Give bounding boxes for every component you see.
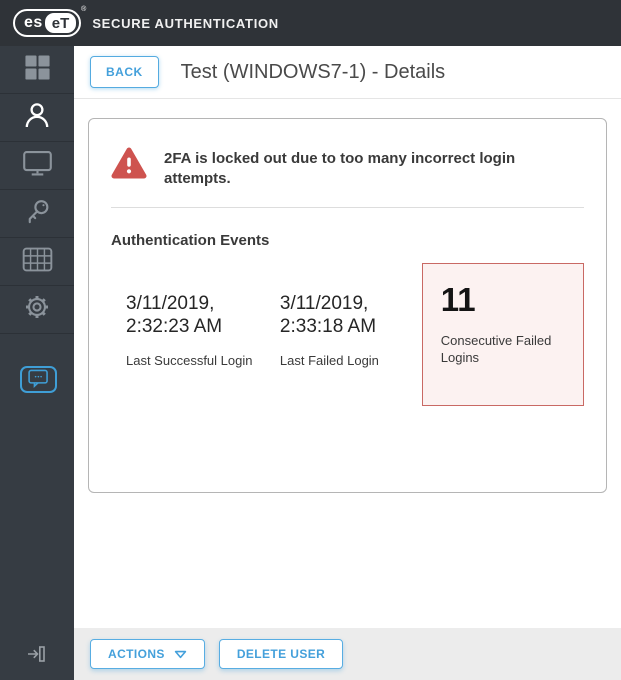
eset-logo-right: eT [44,13,77,33]
event-last-failed-login: 3/11/2019, 2:33:18 AM Last Failed Login [265,263,422,369]
sidebar-item-credentials[interactable] [0,190,74,238]
gear-icon [23,293,51,326]
sidebar [0,46,74,680]
registered-mark: ® [81,6,87,13]
warning-message: 2FA is locked out due to too many incorr… [164,150,516,187]
section-title: Authentication Events [111,232,270,249]
lockout-warning: 2FA is locked out due to too many incorr… [111,119,584,189]
key-icon [23,197,52,231]
sidebar-item-tokens[interactable] [0,238,74,286]
event-last-successful-login: 3/11/2019, 2:32:23 AM Last Successful Lo… [111,263,265,369]
event-value: 3/11/2019, 2:32:23 AM [126,293,223,337]
sidebar-item-users[interactable] [0,94,74,142]
event-label: Consecutive Failed Logins [440,333,552,365]
sidebar-item-settings[interactable] [0,286,74,334]
sidebar-item-computers[interactable] [0,142,74,190]
event-value: 11 [440,281,476,318]
feedback-button[interactable] [20,366,57,393]
user-icon [22,100,52,135]
actions-button-label: ACTIONS [108,647,165,661]
sidebar-item-dashboard[interactable] [0,46,74,94]
details-card: 2FA is locked out due to too many incorr… [88,118,607,493]
footer-toolbar: ACTIONS DELETE USER [74,628,621,680]
page-header: BACK Test (WINDOWS7-1) - Details [74,46,621,99]
topbar: es eT ® SECURE AUTHENTICATION [0,0,621,46]
content-area: 2FA is locked out due to too many incorr… [74,100,621,628]
chat-bubble-icon [27,369,50,391]
auth-events-row: 3/11/2019, 2:32:23 AM Last Successful Lo… [111,263,584,406]
dashboard-icon [24,54,51,86]
eset-logo-left: es [24,14,43,31]
event-value: 3/11/2019, 2:33:18 AM [279,293,377,337]
chevron-down-icon [174,650,187,659]
eset-logo: es eT ® [13,6,86,37]
event-label: Last Successful Login [126,353,253,368]
warning-triangle-icon [111,147,147,189]
monitor-icon [22,150,53,181]
back-button[interactable]: BACK [90,56,159,88]
card-divider [111,207,584,208]
event-label: Last Failed Login [279,353,379,368]
actions-button[interactable]: ACTIONS [90,639,205,669]
page-title: Test (WINDOWS7-1) - Details [180,60,446,83]
collapse-sidebar-button[interactable] [25,645,47,666]
app-title: SECURE AUTHENTICATION [92,15,279,31]
event-consecutive-failed-logins: 11 Consecutive Failed Logins [421,263,584,406]
token-grid-icon [22,247,53,277]
collapse-arrow-icon [25,646,47,666]
delete-user-button[interactable]: DELETE USER [218,639,344,669]
